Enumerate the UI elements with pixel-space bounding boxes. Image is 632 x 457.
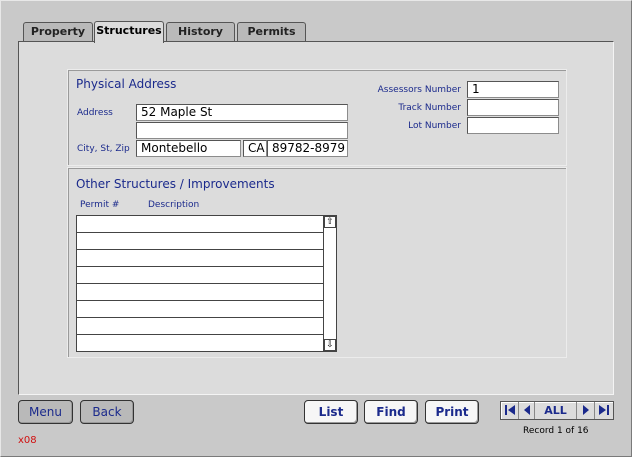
all-records-button[interactable]: ALL	[535, 402, 577, 419]
scroll-down-icon[interactable]: ⇩	[324, 339, 336, 351]
portal-row[interactable]	[77, 267, 323, 284]
tab-history[interactable]: History	[166, 22, 235, 42]
previous-record-button[interactable]	[519, 402, 535, 419]
city-st-zip-label: City, St, Zip	[77, 144, 130, 154]
find-button[interactable]: Find	[364, 400, 418, 424]
lot-number-label: Lot Number	[408, 121, 461, 131]
tab-property[interactable]: Property	[23, 22, 93, 42]
scroll-up-icon[interactable]: ⇧	[324, 216, 336, 228]
address-label: Address	[77, 108, 113, 118]
track-number-label: Track Number	[398, 103, 461, 113]
tab-permits[interactable]: Permits	[237, 22, 306, 42]
back-button[interactable]: Back	[80, 400, 134, 424]
last-record-icon	[599, 405, 609, 415]
previous-record-icon	[523, 405, 530, 415]
print-button[interactable]: Print	[425, 400, 479, 424]
tab-structures[interactable]: Structures	[94, 21, 164, 43]
portal-scrollbar[interactable]: ⇧ ⇩	[323, 216, 336, 351]
portal-row[interactable]	[77, 284, 323, 301]
first-record-icon	[504, 405, 515, 415]
permit-number-header: Permit #	[80, 200, 120, 210]
last-record-button[interactable]	[595, 402, 613, 419]
next-record-button[interactable]	[577, 402, 595, 419]
list-button[interactable]: List	[304, 400, 358, 424]
first-record-button[interactable]	[501, 402, 519, 419]
address-line2-field[interactable]	[136, 122, 348, 139]
lot-number-field[interactable]	[467, 117, 559, 134]
portal-row[interactable]	[77, 301, 323, 318]
assessors-number-label: Assessors Number	[377, 85, 461, 95]
physical-address-title: Physical Address	[76, 77, 177, 91]
city-field[interactable]: Montebello	[136, 140, 241, 157]
record-navigator: ALL	[500, 401, 614, 420]
physical-address-group: Physical Address Address 52 Maple St Cit…	[67, 69, 567, 166]
app-window: Property Structures History Permits Phys…	[0, 0, 632, 457]
next-record-icon	[582, 405, 589, 415]
portal-row[interactable]	[77, 250, 323, 267]
address-line1-field[interactable]: 52 Maple St	[136, 104, 348, 121]
layout-code: x08	[18, 435, 37, 446]
portal-row[interactable]	[77, 233, 323, 250]
structures-title: Other Structures / Improvements	[76, 177, 275, 191]
assessors-number-field[interactable]: 1	[467, 81, 559, 98]
description-header: Description	[148, 200, 200, 210]
portal-row[interactable]	[77, 318, 323, 335]
track-number-field[interactable]	[467, 99, 559, 116]
zip-field[interactable]: 89782-8979	[267, 140, 348, 157]
menu-button[interactable]: Menu	[18, 400, 73, 424]
state-field[interactable]: CA	[243, 140, 267, 157]
tab-panel-structures: Physical Address Address 52 Maple St Cit…	[18, 41, 614, 395]
structures-group: Other Structures / Improvements Permit #…	[67, 167, 567, 358]
record-status: Record 1 of 16	[523, 426, 589, 436]
portal-row[interactable]	[77, 216, 323, 233]
portal-row[interactable]	[77, 335, 323, 352]
structures-portal[interactable]: ⇧ ⇩	[76, 215, 337, 352]
